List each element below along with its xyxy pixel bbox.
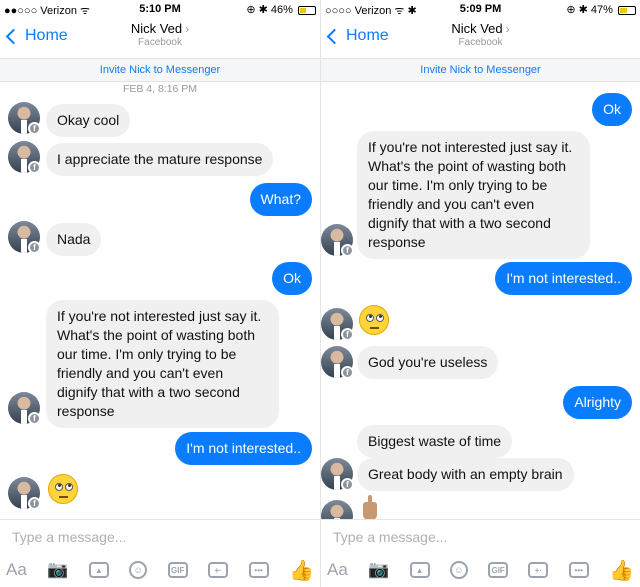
- message-bubble: Okay cool: [46, 104, 131, 137]
- date-stamp: FEB 4, 8:16 PM: [122, 83, 198, 95]
- chevron-right-icon: ›: [505, 22, 510, 36]
- gif-button[interactable]: GIF: [488, 562, 509, 578]
- message-bubble: What?: [249, 183, 312, 216]
- facebook-badge-icon: f: [28, 497, 41, 510]
- message-bubble: God you're useless: [357, 346, 499, 379]
- text-format-button[interactable]: Aa: [6, 560, 27, 580]
- like-thumb-icon[interactable]: 👍: [289, 560, 314, 582]
- text-format-button[interactable]: Aa: [327, 560, 348, 580]
- battery-icon: [618, 5, 636, 15]
- left-screenshot: ●●○○○ Verizon ᯤ 5:10 PM ⊕ ✱ 46% Home Nic…: [0, 0, 320, 587]
- message-bubble: I appreciate the mature response: [46, 143, 274, 176]
- gif-button[interactable]: GIF: [167, 562, 188, 578]
- nav-bar: Home Nick Ved › Facebook: [321, 20, 640, 58]
- facebook-badge-icon: f: [341, 366, 354, 379]
- status-right: ⊕ ✱ 47%: [566, 3, 636, 16]
- message-composer: Type a message... Aa 📷 ▲ ☺ GIF +· ••• 👍: [321, 519, 640, 587]
- invite-banner[interactable]: Invite Nick to Messenger: [321, 58, 640, 82]
- eye-roll-emoji: [359, 305, 389, 335]
- eye-roll-emoji: [48, 474, 78, 504]
- message-bubble: Ok: [592, 93, 632, 126]
- nav-bar: Home Nick Ved › Facebook: [0, 20, 320, 58]
- camera-icon[interactable]: 📷: [368, 560, 389, 580]
- camera-icon[interactable]: 📷: [47, 560, 68, 580]
- emoji-icon[interactable]: ☺: [449, 561, 468, 579]
- message-bubble: Biggest waste of time: [357, 425, 513, 458]
- composer-toolbar: Aa 📷 ▲ ☺ GIF +· ••• 👍: [327, 558, 634, 582]
- right-screenshot: ○○○○ Verizon ᯤ ✱ 5:09 PM ⊕ ✱ 47% Home Ni…: [320, 0, 640, 587]
- message-input[interactable]: Type a message...: [333, 529, 447, 545]
- status-bar: ●●○○○ Verizon ᯤ 5:10 PM ⊕ ✱ 46%: [0, 0, 320, 20]
- status-right: ⊕ ✱ 46%: [246, 3, 316, 16]
- message-bubble: Ok: [272, 262, 312, 295]
- facebook-badge-icon: f: [28, 122, 41, 135]
- middle-finger-emoji: [363, 495, 377, 520]
- contact-name: Nick Ved: [130, 21, 183, 36]
- message-bubble: Great body with an empty brain: [357, 458, 574, 491]
- facebook-badge-icon: f: [341, 478, 354, 491]
- status-bar: ○○○○ Verizon ᯤ ✱ 5:09 PM ⊕ ✱ 47%: [321, 0, 640, 20]
- game-icon[interactable]: +·: [528, 562, 549, 578]
- status-icons: ⊕ ✱ 47%: [566, 4, 613, 16]
- facebook-badge-icon: f: [341, 244, 354, 257]
- contact-name: Nick Ved: [451, 21, 503, 36]
- photo-icon[interactable]: ▲: [88, 562, 109, 578]
- facebook-badge-icon: f: [28, 241, 41, 254]
- facebook-badge-icon: f: [28, 412, 41, 425]
- contact-header[interactable]: Nick Ved › Facebook: [0, 21, 320, 48]
- contact-header[interactable]: Nick Ved › Facebook: [321, 21, 640, 48]
- contact-subtitle: Facebook: [138, 37, 182, 48]
- battery-icon: [298, 5, 316, 15]
- chevron-right-icon: ›: [185, 22, 190, 36]
- photo-icon[interactable]: ▲: [409, 562, 430, 578]
- contact-subtitle: Facebook: [458, 37, 503, 48]
- message-composer: Type a message... Aa 📷 ▲ ☺ GIF +· ••• 👍: [0, 519, 320, 587]
- more-icon[interactable]: •••: [568, 562, 589, 578]
- facebook-badge-icon: f: [341, 328, 354, 341]
- like-thumb-icon[interactable]: 👍: [609, 560, 634, 582]
- more-icon[interactable]: •••: [248, 562, 269, 578]
- message-input[interactable]: Type a message...: [12, 529, 126, 545]
- message-bubble: I'm not interested..: [495, 262, 632, 295]
- invite-banner[interactable]: Invite Nick to Messenger: [0, 58, 320, 82]
- status-icons: ⊕ ✱ 46%: [246, 4, 293, 16]
- message-bubble: Alrighty: [563, 386, 632, 419]
- message-bubble: If you're not interested just say it. Wh…: [357, 131, 590, 259]
- emoji-icon[interactable]: ☺: [129, 561, 148, 579]
- message-bubble: If you're not interested just say it. Wh…: [46, 300, 279, 428]
- composer-toolbar: Aa 📷 ▲ ☺ GIF +· ••• 👍: [6, 558, 314, 582]
- message-bubble: I'm not interested..: [175, 432, 312, 465]
- game-icon[interactable]: +·: [208, 562, 229, 578]
- facebook-badge-icon: f: [28, 161, 41, 174]
- message-bubble: Nada: [46, 223, 102, 256]
